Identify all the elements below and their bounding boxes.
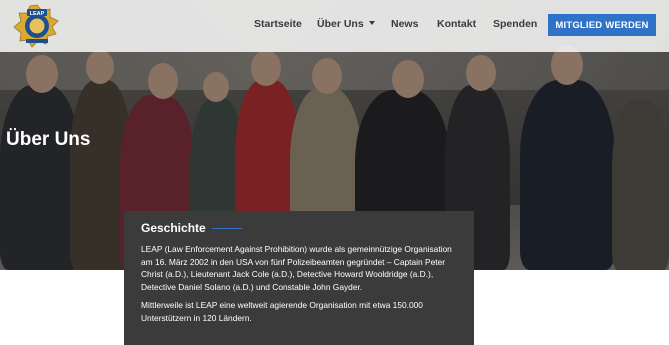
history-title: Geschichte <box>141 221 206 235</box>
heading-accent-line <box>211 227 242 229</box>
chevron-down-icon <box>368 21 375 26</box>
history-card: Geschichte LEAP (Law Enforcement Against… <box>124 211 474 345</box>
nav-item-spenden[interactable]: Spenden <box>493 18 537 30</box>
svg-text:LEAP: LEAP <box>30 11 45 17</box>
nav-item-startseite[interactable]: Startseite <box>254 18 302 30</box>
history-paragraph: LEAP (Law Enforcement Against Prohibitio… <box>141 244 452 292</box>
history-paragraph: Mittlerweile ist LEAP eine weltweit agie… <box>141 300 423 323</box>
history-heading: Geschichte <box>141 221 458 235</box>
become-member-button[interactable]: MITGLIED WERDEN <box>548 14 656 36</box>
page-title: Über Uns <box>6 129 91 150</box>
nav-item-kontakt[interactable]: Kontakt <box>437 18 476 30</box>
site-header: LEAP Startseite Über Uns News Kontakt Sp… <box>0 0 669 52</box>
nav-item-label: Über Uns <box>317 18 364 30</box>
nav-item-news[interactable]: News <box>391 18 418 30</box>
nav-item-ueber-uns[interactable]: Über Uns <box>317 18 375 30</box>
